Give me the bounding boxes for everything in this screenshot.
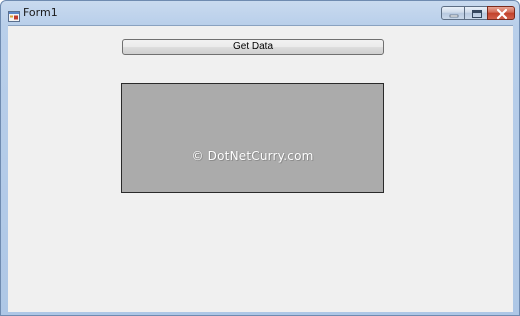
window-title: Form1 [23, 6, 58, 19]
maximize-icon [472, 10, 482, 18]
caption-buttons [441, 6, 515, 22]
maximize-button[interactable] [464, 6, 488, 20]
get-data-button[interactable]: Get Data [122, 39, 384, 55]
close-button[interactable] [487, 6, 515, 20]
minimize-button[interactable] [441, 6, 465, 20]
close-icon [496, 8, 508, 20]
picture-watermark: © DotNetCurry.com [191, 149, 314, 163]
form-client-area: Get Data © DotNetCurry.com [8, 25, 513, 312]
form-app-icon[interactable] [8, 7, 20, 22]
picture-box: © DotNetCurry.com [121, 83, 384, 193]
title-bar[interactable]: Form1 [1, 1, 519, 25]
form-window: Form1 Get Data © DotNetCurry.com [0, 0, 520, 316]
minimize-icon [449, 14, 459, 18]
